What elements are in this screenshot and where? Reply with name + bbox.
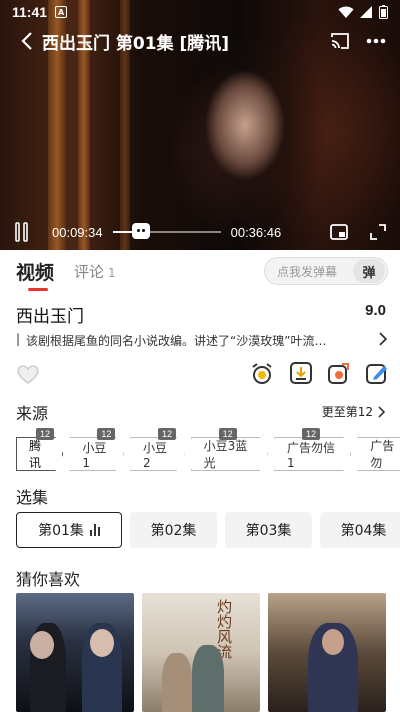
total-time: 00:36:46	[230, 224, 282, 240]
danmaku-input[interactable]: 点我发弹幕 弹	[264, 257, 388, 285]
source-episode-badge: 12	[36, 428, 55, 440]
battery-icon	[379, 5, 388, 19]
share-icon[interactable]	[328, 362, 350, 384]
episode-label: 第04集	[340, 523, 387, 539]
comment-count: 1	[108, 265, 116, 280]
chevron-right-icon	[378, 405, 386, 418]
source-episode-badge: 12	[218, 428, 237, 440]
poster-figure	[162, 653, 192, 712]
seek-bar[interactable]	[112, 223, 221, 239]
content-tabs: 视频 评论 1 点我发弹幕 弹	[16, 255, 388, 291]
recommend-poster[interactable]	[16, 593, 134, 712]
source-episode-badge: 12	[157, 428, 176, 440]
seek-bar-handle[interactable]	[131, 223, 150, 239]
status-time: 11:41	[12, 4, 48, 20]
episode-item[interactable]: 第01集	[16, 512, 122, 548]
pause-icon[interactable]	[14, 222, 30, 242]
source-more-label: 更至第12	[321, 405, 373, 419]
chevron-right-icon	[379, 332, 388, 346]
source-item-label: 小豆3蓝光	[191, 437, 268, 471]
alarm-clock-icon[interactable]	[250, 362, 274, 386]
episodes-heading: 选集	[16, 488, 49, 507]
source-item[interactable]: 小豆2 12	[130, 428, 185, 473]
video-player[interactable]: 11:41 A 西出玉门 第01集 [腾讯] 00:09:34 00:36:46	[0, 0, 400, 250]
picture-in-picture-icon[interactable]	[330, 224, 348, 240]
app-notification-icon: A	[55, 6, 68, 18]
danmaku-placeholder: 点我发弹幕	[277, 264, 338, 279]
danmaku-toggle-button[interactable]: 弹	[353, 259, 385, 283]
current-time: 00:09:34	[52, 224, 103, 240]
poster-face	[322, 629, 344, 655]
show-description[interactable]: | 该剧根据尾鱼的同名小说改编。讲述了“沙漠玫瑰”叶流…	[16, 332, 388, 349]
fullscreen-icon[interactable]	[370, 224, 386, 240]
show-score: 9.0	[365, 302, 386, 319]
player-controls: 00:09:34 00:36:46	[0, 218, 400, 246]
episode-label: 第01集	[38, 523, 84, 539]
episode-item[interactable]: 第03集	[225, 512, 312, 548]
tab-comment[interactable]: 评论 1	[74, 261, 116, 282]
description-bar-icon: |	[16, 332, 21, 346]
like-icon[interactable]	[16, 363, 40, 385]
source-list: 腾讯 12 小豆1 12 小豆2 12 小豆3蓝光 12 广告勿信1 12 广告勿	[16, 428, 400, 473]
tab-comment-label: 评论	[74, 262, 105, 281]
source-item-label: 腾讯	[16, 437, 63, 471]
cast-icon[interactable]	[330, 32, 350, 50]
source-item-label: 广告勿	[357, 437, 400, 471]
wifi-icon	[338, 6, 354, 18]
more-icon[interactable]	[366, 38, 386, 44]
show-title: 西出玉门	[16, 307, 84, 327]
tab-active-indicator	[28, 287, 48, 291]
episode-label: 第02集	[150, 523, 197, 539]
source-item[interactable]: 腾讯 12	[16, 428, 63, 473]
source-item-label: 广告勿信1	[274, 437, 351, 471]
source-episode-badge: 12	[301, 428, 320, 440]
playing-indicator-icon	[89, 524, 100, 536]
source-item[interactable]: 小豆1 12	[69, 428, 124, 473]
recommend-poster[interactable]	[268, 593, 386, 712]
back-icon[interactable]	[14, 30, 42, 52]
source-more-link[interactable]: 更至第12	[322, 403, 386, 420]
recommend-heading: 猜你喜欢	[16, 570, 81, 589]
download-icon[interactable]	[290, 362, 312, 384]
source-item-label: 小豆2	[130, 437, 185, 471]
video-title: 西出玉门 第01集 [腾讯]	[42, 33, 230, 54]
status-bar: 11:41 A	[0, 0, 400, 24]
source-episode-badge: 12	[97, 428, 116, 440]
episode-list: 第01集 第02集 第03集 第04集	[16, 512, 400, 548]
poster-figure	[192, 645, 224, 712]
player-top-bar: 西出玉门 第01集 [腾讯]	[0, 26, 400, 56]
episode-label: 第03集	[245, 523, 292, 539]
tab-video-label: 视频	[16, 261, 55, 284]
source-item[interactable]: 广告勿	[357, 437, 400, 473]
edit-note-icon[interactable]	[366, 362, 388, 384]
source-item-label: 小豆1	[69, 437, 124, 471]
poster-face	[30, 631, 54, 659]
recommend-poster[interactable]: 灼灼风流	[142, 593, 260, 712]
source-item[interactable]: 小豆3蓝光 12	[191, 428, 268, 473]
source-item[interactable]: 广告勿信1 12	[274, 428, 351, 473]
episode-item[interactable]: 第04集	[320, 512, 400, 548]
action-bar	[16, 362, 388, 386]
source-heading: 来源	[16, 404, 49, 423]
recommend-list: 灼灼风流	[16, 593, 400, 712]
tab-video[interactable]: 视频	[16, 258, 55, 291]
description-text: 该剧根据尾鱼的同名小说改编。讲述了“沙漠玫瑰”叶流…	[26, 334, 327, 348]
poster-face	[90, 629, 114, 657]
signal-icon	[360, 5, 372, 18]
episode-item[interactable]: 第02集	[130, 512, 217, 548]
